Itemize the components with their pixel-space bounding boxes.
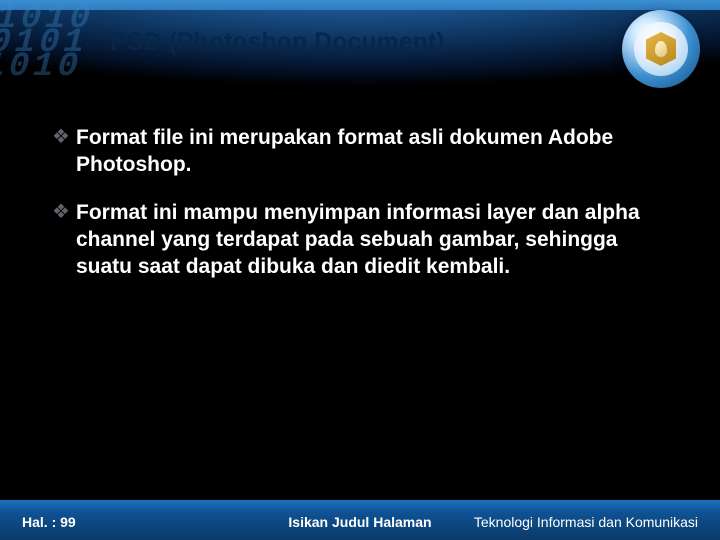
header-accent-bar — [0, 0, 720, 10]
binary-decoration: 1010 0101 1010 — [0, 8, 97, 79]
slide-header: 1010 0101 1010 PSD (Photoshop Document) — [0, 0, 720, 100]
bullet-item: ❖ Format file ini merupakan format asli … — [52, 124, 668, 179]
slide: 1010 0101 1010 PSD (Photoshop Document) … — [0, 0, 720, 540]
page-title: PSD (Photoshop Document) — [110, 28, 445, 57]
slide-footer: Hal. : 99 Isikan Judul Halaman Teknologi… — [0, 500, 720, 540]
logo-icon — [646, 32, 676, 66]
logo-emblem — [622, 10, 700, 88]
binary-row: 1010 — [0, 56, 85, 80]
logo-inner — [634, 22, 688, 76]
page-number: Hal. : 99 — [22, 514, 76, 530]
bullet-icon: ❖ — [52, 199, 76, 225]
bullet-text: Format file ini merupakan format asli do… — [76, 124, 668, 179]
slide-body: ❖ Format file ini merupakan format asli … — [0, 100, 720, 500]
bullet-icon: ❖ — [52, 124, 76, 150]
bullet-item: ❖ Format ini mampu menyimpan informasi l… — [52, 199, 668, 281]
bullet-text: Format ini mampu menyimpan informasi lay… — [76, 199, 668, 281]
footer-subject: Teknologi Informasi dan Komunikasi — [474, 514, 698, 530]
footer-title-placeholder: Isikan Judul Halaman — [288, 514, 431, 530]
